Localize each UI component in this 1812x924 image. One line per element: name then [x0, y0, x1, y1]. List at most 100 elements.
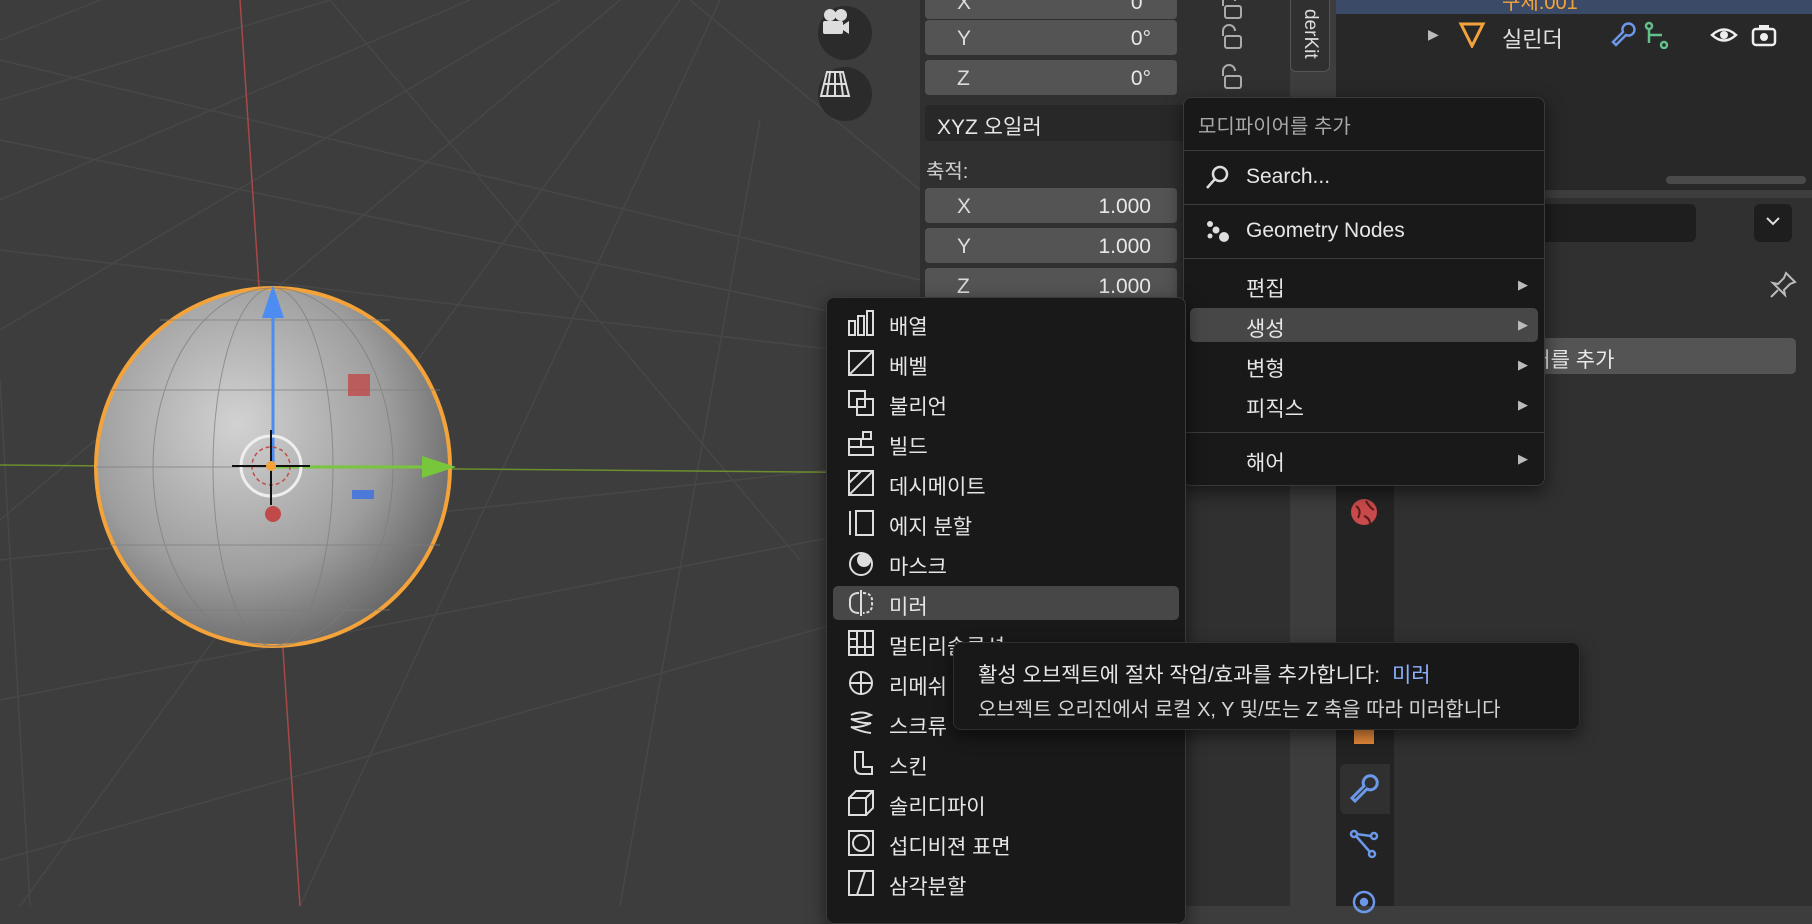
menu-item-hair[interactable]: 해어 ▶ [1190, 442, 1538, 476]
lock-icon[interactable] [1215, 0, 1247, 24]
lock-icon[interactable] [1215, 22, 1247, 54]
menu-item-solidify[interactable]: 솔리디파이 [833, 786, 1179, 820]
menu-item-generate[interactable]: 생성 ▶ [1190, 308, 1538, 342]
wrench-icon [1349, 773, 1381, 810]
menu-item-label: 솔리디파이 [889, 796, 986, 819]
geometry-nodes-icon [1204, 217, 1232, 245]
tab-world[interactable] [1348, 496, 1380, 533]
menu-item-triangulate[interactable]: 삼각분할 [833, 866, 1179, 900]
triangulate-icon [847, 869, 875, 897]
menu-item-label: 에지 분할 [889, 516, 973, 539]
menu-item-boolean[interactable]: 불리언 [833, 386, 1179, 420]
viewport-grid [0, 0, 920, 906]
mask-icon [847, 549, 875, 577]
submenu-arrow-icon: ▶ [1518, 451, 1528, 466]
properties-options-dropdown[interactable] [1754, 204, 1792, 242]
tab-modifiers[interactable] [1340, 764, 1390, 814]
menu-separator [1184, 204, 1544, 205]
pin-icon[interactable] [1768, 270, 1798, 305]
scale-y-field[interactable]: Y 1.000 [925, 228, 1177, 263]
menu-item-label: 배열 [889, 316, 928, 339]
menu-item-label: Geometry Nodes [1246, 219, 1405, 242]
tooltip-description: 활성 오브젝트에 절차 작업/효과를 추가합니다: [978, 664, 1381, 687]
field-value: 1.000 [1098, 195, 1151, 218]
menu-item-bevel[interactable]: 베벨 [833, 346, 1179, 380]
field-value: 0° [1130, 67, 1151, 90]
screw-icon [847, 709, 875, 737]
menu-item-label: 불리언 [889, 396, 947, 419]
menu-item-label: 빌드 [889, 436, 928, 459]
scale-label: 축적: [926, 161, 969, 183]
menu-item-edge-split[interactable]: 에지 분할 [833, 506, 1179, 540]
search-icon [1204, 163, 1232, 191]
bevel-icon [847, 349, 875, 377]
subsurf-icon [847, 829, 875, 857]
axis-label: Z [957, 67, 970, 90]
tooltip-line-1: 활성 오브젝트에 절차 작업/효과를 추가합니다: 미러 [978, 659, 1431, 689]
submenu-arrow-icon: ▶ [1518, 397, 1528, 412]
rotation-x-field[interactable]: X 0° [925, 0, 1177, 19]
axis-label: Z [957, 275, 970, 298]
boolean-icon [847, 389, 875, 417]
menu-item-mask[interactable]: 마스크 [833, 546, 1179, 580]
decimate-icon [847, 469, 875, 497]
camera-render-icon[interactable] [1750, 21, 1778, 54]
edge-split-icon [847, 509, 875, 537]
field-value: 1.000 [1098, 235, 1151, 258]
3d-viewport[interactable] [0, 0, 920, 906]
wrench-icon[interactable] [1610, 21, 1638, 54]
menu-item-label: 편집 [1246, 278, 1285, 301]
rotation-y-field[interactable]: Y 0° [925, 20, 1177, 55]
tab-particles[interactable] [1348, 828, 1380, 865]
field-value: 1.000 [1098, 275, 1151, 298]
mesh-icon [1458, 20, 1486, 53]
menu-item-label: 데시메이트 [889, 476, 986, 499]
menu-item-build[interactable]: 빌드 [833, 426, 1179, 460]
outliner-item-label: 구체.001 [1502, 0, 1578, 14]
menu-item-edit[interactable]: 편집 ▶ [1190, 268, 1538, 302]
lock-icon[interactable] [1215, 62, 1247, 94]
menu-item-array[interactable]: 배열 [833, 306, 1179, 340]
submenu-arrow-icon: ▶ [1518, 317, 1528, 332]
menu-item-physics[interactable]: 피직스 ▶ [1190, 388, 1538, 422]
menu-separator [1184, 258, 1544, 259]
chevron-down-icon [1764, 212, 1782, 235]
field-value: 0° [1130, 0, 1151, 14]
menu-item-skin[interactable]: 스킨 [833, 746, 1179, 780]
menu-item-mirror[interactable]: 미러 [833, 586, 1179, 620]
disclosure-triangle-icon[interactable]: ▶ [1428, 26, 1439, 43]
tab-physics[interactable] [1348, 884, 1380, 921]
menu-item-search[interactable]: Search... [1190, 160, 1538, 194]
camera-view-button[interactable] [818, 6, 872, 60]
menu-item-decimate[interactable]: 데시메이트 [833, 466, 1179, 500]
sidebar-tab-label: derKit [1300, 9, 1321, 59]
menu-separator [1184, 150, 1544, 151]
solidify-icon [847, 789, 875, 817]
axis-label: X [957, 195, 972, 218]
outliner-row[interactable]: ▶ 실린더 [1336, 18, 1812, 52]
eye-icon[interactable] [1710, 21, 1738, 54]
add-modifier-menu: 모디파이어를 추가 Search... Geometry Nodes 편집 ▶ … [1183, 97, 1545, 486]
outliner-row-selected[interactable]: 구체.001 [1336, 0, 1812, 14]
remesh-icon [847, 669, 875, 697]
vertex-group-icon[interactable] [1642, 21, 1670, 54]
perspective-toggle-button[interactable] [818, 67, 872, 121]
rotation-z-field[interactable]: Z 0° [925, 60, 1177, 95]
menu-item-geometry-nodes[interactable]: Geometry Nodes [1190, 214, 1538, 248]
menu-item-label: 생성 [1246, 318, 1285, 341]
rotation-mode-dropdown[interactable]: XYZ 오일러 [925, 105, 1205, 141]
outliner-scrollbar[interactable] [1666, 176, 1806, 184]
scale-x-field[interactable]: X 1.000 [925, 188, 1177, 223]
menu-item-label: 해어 [1246, 452, 1285, 475]
submenu-arrow-icon: ▶ [1518, 277, 1528, 292]
tooltip-line-2: 오브젝트 오리진에서 로컬 X, Y 및/또는 Z 축을 따라 미러합니다 [978, 699, 1501, 721]
menu-item-deform[interactable]: 변형 ▶ [1190, 348, 1538, 382]
menu-item-label: 삼각분할 [889, 876, 967, 899]
menu-separator [1184, 432, 1544, 433]
menu-item-label: Search... [1246, 165, 1331, 188]
multires-icon [847, 629, 875, 657]
menu-item-subdivision-surface[interactable]: 섭디비젼 표면 [833, 826, 1179, 860]
tooltip-python-name: 미러 [1391, 664, 1431, 687]
sidebar-tab[interactable]: derKit [1290, 0, 1330, 72]
tooltip: 활성 오브젝트에 절차 작업/효과를 추가합니다: 미러 오브젝트 오리진에서 … [953, 642, 1580, 730]
